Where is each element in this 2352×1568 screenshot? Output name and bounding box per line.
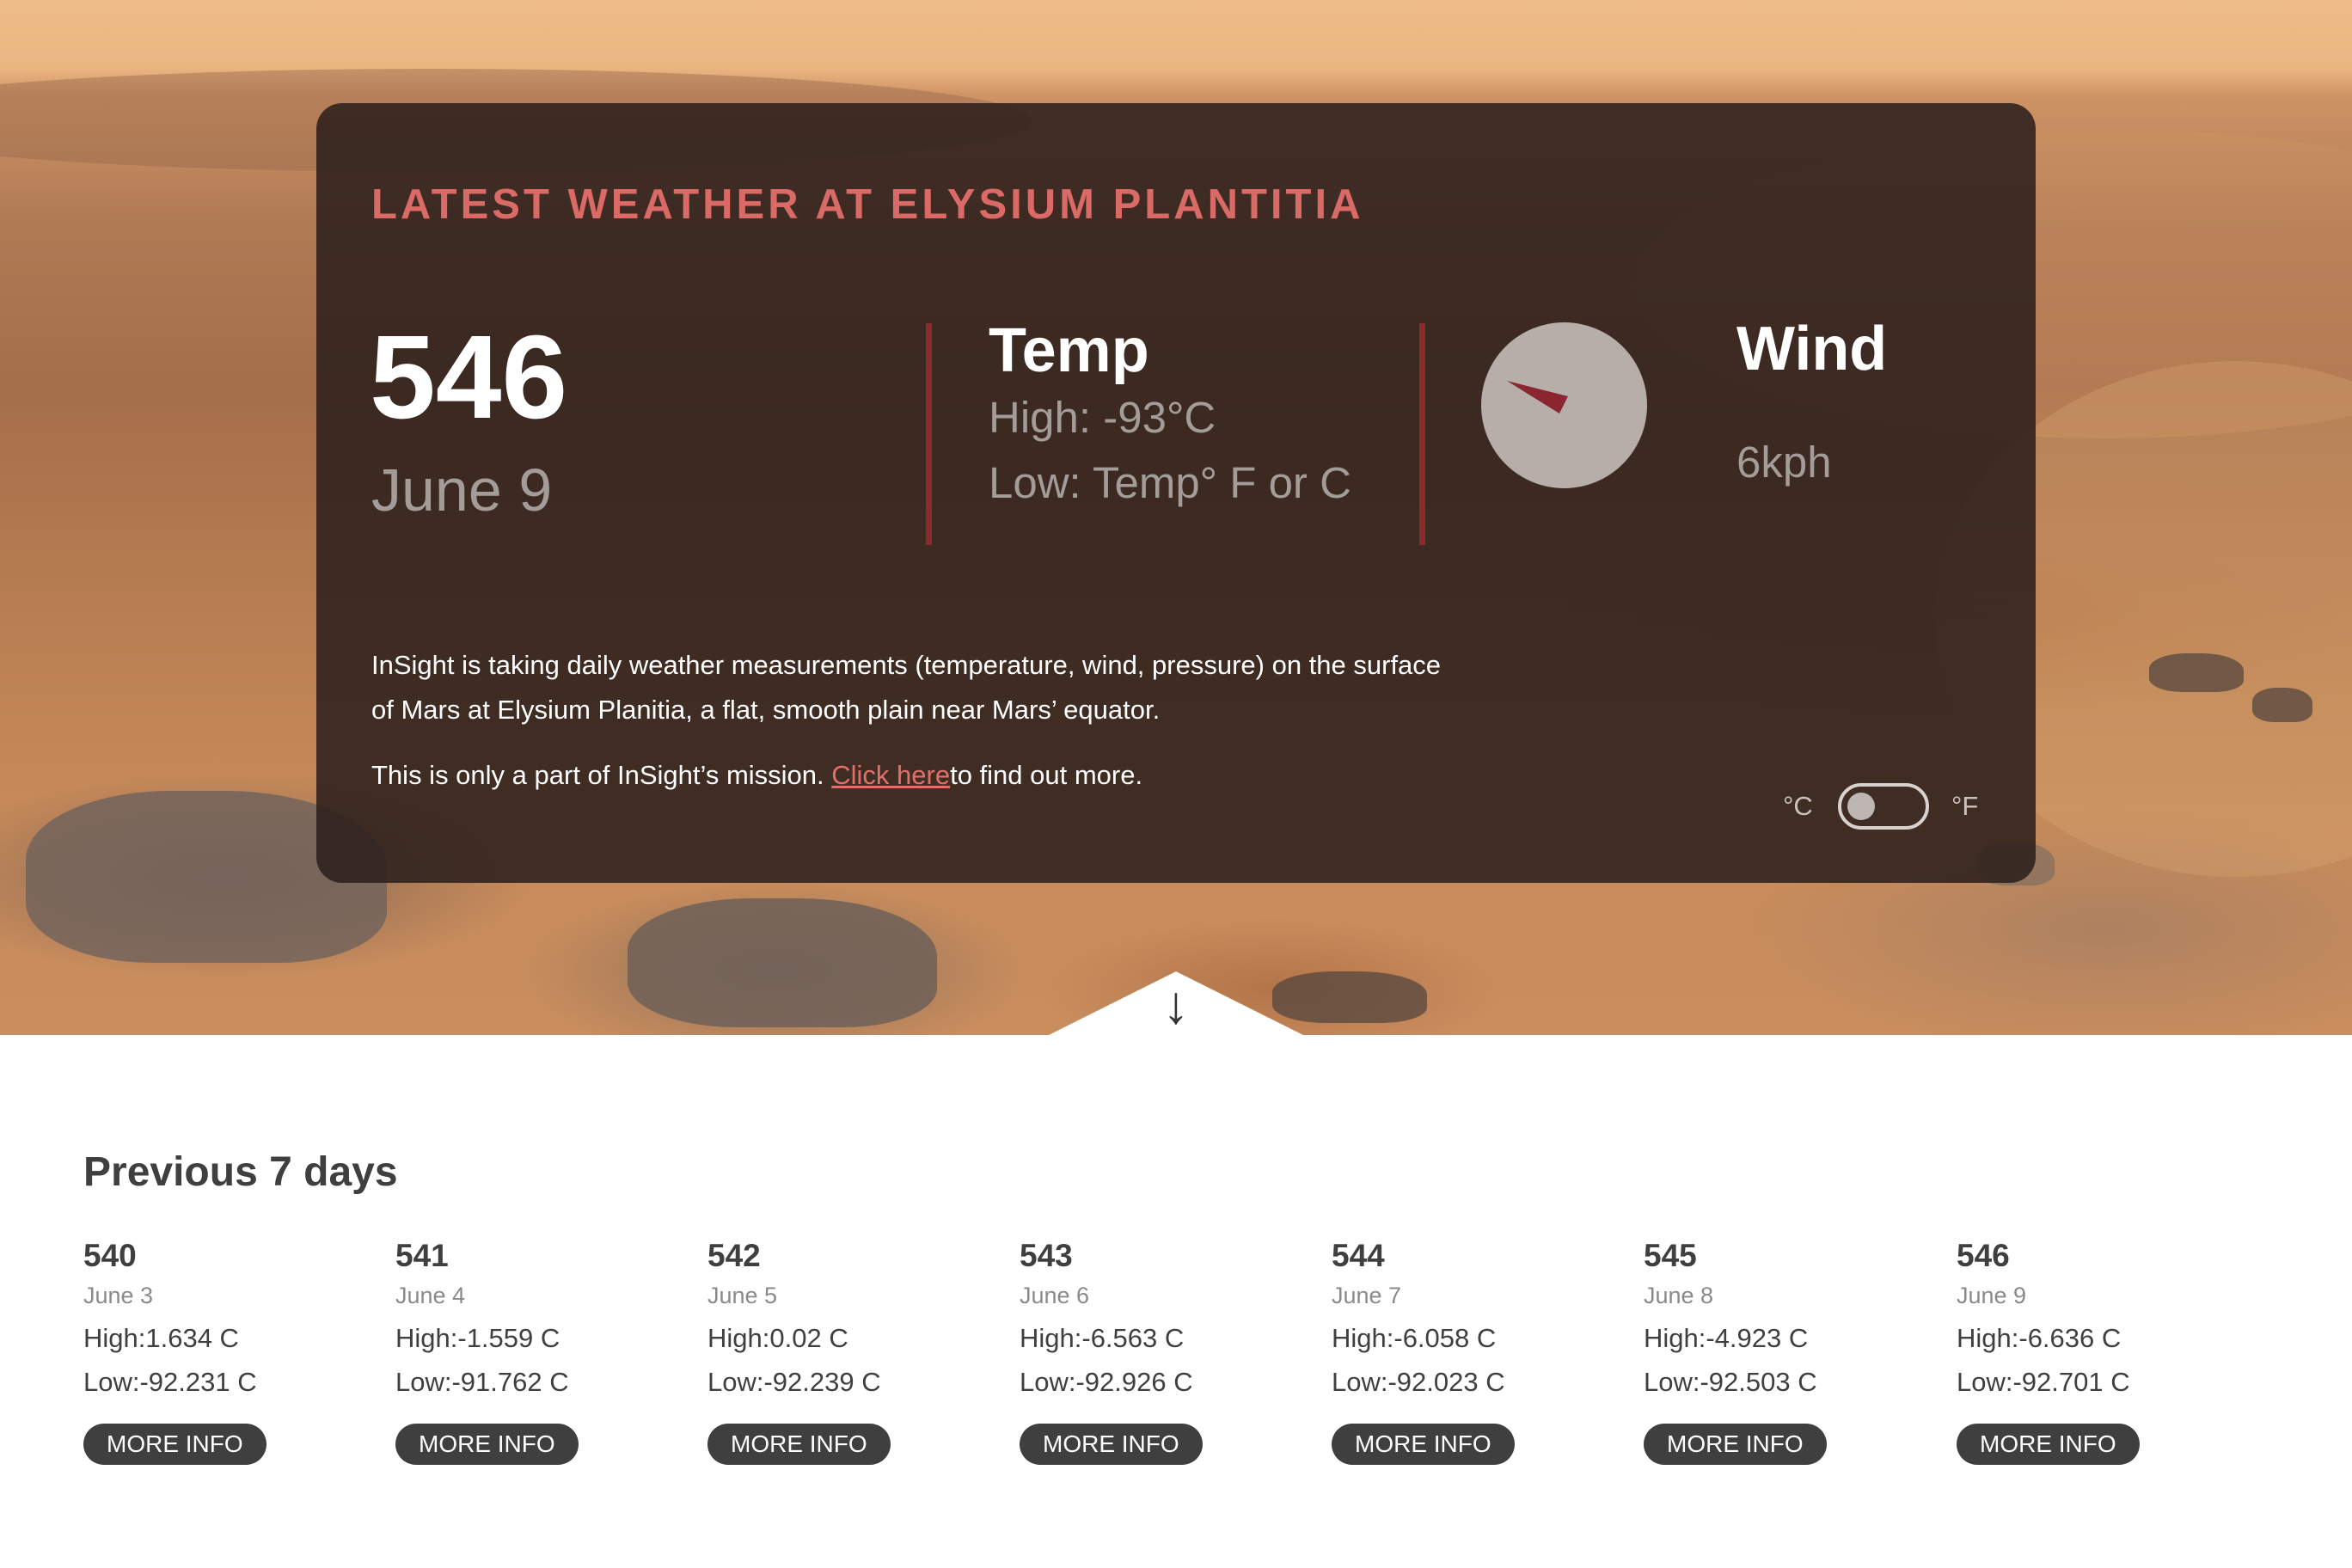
terrain-rock: [2149, 653, 2244, 692]
more-info-button[interactable]: MORE INFO: [1957, 1424, 2140, 1465]
day-high: High:-6.058 C: [1332, 1323, 1497, 1353]
mission-text: This is only a part of InSight’s mission…: [371, 760, 1142, 791]
previous-day-card: 540 June 3 High:1.634 C Low:-92.231 C MO…: [83, 1240, 367, 1465]
day-sol: 544: [1332, 1238, 1385, 1273]
day-sol: 546: [1957, 1238, 2010, 1273]
compass-needle-icon: [1507, 381, 1568, 413]
hero-section: Latest Weather at Elysium Plantitia 546 …: [0, 0, 2352, 1035]
terrain-rock: [2252, 688, 2312, 722]
arrow-down-icon[interactable]: ↓: [1162, 976, 1190, 1035]
day-date: June 7: [1332, 1283, 1402, 1308]
section-divider: [926, 323, 932, 545]
wind-speed: 6kph: [1736, 438, 1832, 487]
more-info-button[interactable]: MORE INFO: [707, 1424, 891, 1465]
unit-toggle-knob: [1847, 793, 1875, 820]
unit-celsius-label: °C: [1783, 791, 1813, 821]
temp-low: Low: Temp° F or C: [989, 458, 1351, 507]
unit-fahrenheit-label: °F: [1951, 791, 1979, 821]
day-date: June 5: [707, 1283, 778, 1308]
wind-direction-compass-icon: [1481, 322, 1647, 488]
day-low: Low:-92.926 C: [1020, 1367, 1193, 1397]
day-sol: 542: [707, 1238, 761, 1273]
card-title: Latest Weather at Elysium Plantitia: [371, 181, 1364, 228]
day-date: June 9: [1957, 1283, 2027, 1308]
previous-days-title: Previous 7 days: [83, 1149, 398, 1195]
weather-card: Latest Weather at Elysium Plantitia 546 …: [316, 103, 2036, 883]
day-date: June 8: [1644, 1283, 1714, 1308]
day-low: Low:-92.701 C: [1957, 1367, 2130, 1397]
day-high: High:1.634 C: [83, 1323, 239, 1353]
day-low: Low:-92.023 C: [1332, 1367, 1505, 1397]
more-info-button[interactable]: MORE INFO: [83, 1424, 266, 1465]
mission-text-prefix: This is only a part of InSight’s mission…: [371, 760, 832, 790]
day-date: June 3: [83, 1283, 154, 1308]
day-low: Low:-92.503 C: [1644, 1367, 1817, 1397]
more-info-button[interactable]: MORE INFO: [395, 1424, 579, 1465]
day-low: Low:-92.239 C: [707, 1367, 881, 1397]
day-sol: 540: [83, 1238, 137, 1273]
day-date: June 6: [1020, 1283, 1090, 1308]
day-high: High:-4.923 C: [1644, 1323, 1809, 1353]
wind-heading: Wind: [1736, 315, 1888, 383]
previous-day-card: 542 June 5 High:0.02 C Low:-92.239 C MOR…: [707, 1240, 991, 1465]
day-low: Low:-92.231 C: [83, 1367, 257, 1397]
day-sol: 543: [1020, 1238, 1073, 1273]
more-info-button[interactable]: MORE INFO: [1332, 1424, 1515, 1465]
click-here-link[interactable]: Click here: [831, 760, 950, 790]
day-sol: 541: [395, 1238, 449, 1273]
temp-high: High: -93°C: [989, 393, 1216, 442]
section-divider: [1419, 323, 1425, 545]
more-info-button[interactable]: MORE INFO: [1644, 1424, 1827, 1465]
previous-day-card: 543 June 6 High:-6.563 C Low:-92.926 C M…: [1020, 1240, 1303, 1465]
mission-text-suffix: to find out more.: [950, 760, 1143, 790]
previous-day-card: 546 June 9 High:-6.636 C Low:-92.701 C M…: [1957, 1240, 2240, 1465]
day-high: High:-6.636 C: [1957, 1323, 2122, 1353]
more-info-button[interactable]: MORE INFO: [1020, 1424, 1203, 1465]
temp-heading: Temp: [989, 316, 1149, 385]
day-high: High:-6.563 C: [1020, 1323, 1185, 1353]
current-date: June 9: [371, 456, 553, 524]
previous-day-card: 541 June 4 High:-1.559 C Low:-91.762 C M…: [395, 1240, 679, 1465]
previous-day-card: 545 June 8 High:-4.923 C Low:-92.503 C M…: [1644, 1240, 1927, 1465]
day-high: High:-1.559 C: [395, 1323, 560, 1353]
terrain-rock: [1272, 971, 1427, 1023]
previous-day-card: 544 June 7 High:-6.058 C Low:-92.023 C M…: [1332, 1240, 1615, 1465]
insight-description: InSight is taking daily weather measurem…: [371, 650, 1442, 725]
current-sol: 546: [370, 311, 568, 444]
unit-toggle[interactable]: [1838, 783, 1929, 830]
day-date: June 4: [395, 1283, 466, 1308]
terrain-rock: [628, 898, 937, 1027]
day-sol: 545: [1644, 1238, 1697, 1273]
day-high: High:0.02 C: [707, 1323, 848, 1353]
day-low: Low:-91.762 C: [395, 1367, 569, 1397]
